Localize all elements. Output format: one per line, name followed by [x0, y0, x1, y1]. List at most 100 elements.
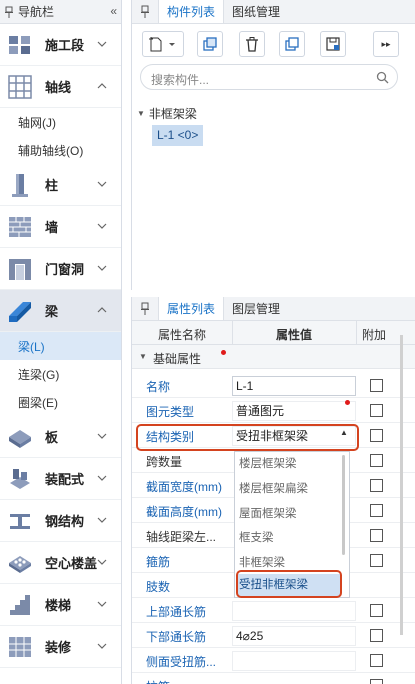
- extra-checkbox[interactable]: [370, 679, 383, 684]
- required-dot: [221, 350, 226, 355]
- extra-checkbox[interactable]: [370, 529, 383, 542]
- nav-category-slab[interactable]: 板: [0, 416, 121, 458]
- nav-subitem-beam[interactable]: 梁(L): [0, 332, 121, 360]
- search-component-input[interactable]: 搜索构件...: [140, 64, 398, 90]
- dropdown-scrollbar[interactable]: [342, 455, 345, 555]
- property-name: 名称: [146, 380, 171, 394]
- extra-checkbox[interactable]: [370, 654, 383, 667]
- hollow-floor-icon: [9, 555, 31, 573]
- column-icon: [12, 173, 28, 197]
- extra-checkbox[interactable]: [370, 504, 383, 517]
- property-list-panel: 属性列表 图层管理 属性名称 属性值 附加 ▼ 基础属性 名称 L-1 图元类型…: [131, 297, 415, 684]
- component-tabbar: 构件列表 图纸管理: [132, 0, 415, 24]
- beam-icon: [9, 301, 31, 322]
- property-value-cell[interactable]: 4⌀25: [232, 626, 356, 646]
- pin-icon[interactable]: [140, 5, 150, 18]
- chevron-down-icon[interactable]: [97, 557, 107, 567]
- nav-header: 导航栏 «: [0, 0, 121, 24]
- tab-component-list[interactable]: 构件列表: [158, 0, 225, 23]
- chevron-down-icon[interactable]: [97, 39, 107, 49]
- dropdown-option[interactable]: 楼层框架梁: [238, 453, 340, 475]
- construction-stage-icon: [9, 35, 30, 54]
- nav-category-beam[interactable]: 梁: [0, 290, 121, 332]
- highlight-outline-selected-option: [236, 570, 342, 598]
- search-icon[interactable]: [376, 71, 389, 84]
- nav-category-axis[interactable]: 轴线: [0, 66, 121, 108]
- nav-category-label: 墙: [45, 220, 59, 235]
- group-label: 基础属性: [153, 352, 202, 366]
- tree-node-non-frame-beam[interactable]: ▼ 非框架梁: [137, 105, 197, 122]
- property-name: 上部通长筋: [146, 605, 207, 619]
- property-name: 轴线距梁左...: [146, 530, 217, 544]
- dropdown-option[interactable]: 框支梁: [238, 527, 340, 549]
- chevron-down-icon[interactable]: [97, 641, 107, 651]
- extra-checkbox[interactable]: [370, 429, 383, 442]
- chevron-down-icon[interactable]: [97, 515, 107, 525]
- nav-category-door-window[interactable]: 门窗洞: [0, 248, 121, 290]
- extra-checkbox[interactable]: [370, 454, 383, 467]
- extra-checkbox[interactable]: [370, 404, 383, 417]
- nav-subitem-aux-axis[interactable]: 辅助轴线(O): [0, 136, 121, 164]
- property-value-cell[interactable]: [232, 601, 356, 621]
- nav-category-decoration[interactable]: 装修: [0, 626, 121, 668]
- pin-icon[interactable]: [140, 302, 150, 315]
- chevron-down-icon[interactable]: [97, 599, 107, 609]
- nav-category-steel[interactable]: 钢结构: [0, 500, 121, 542]
- property-value-cell[interactable]: 普通图元: [232, 401, 356, 421]
- search-placeholder: 搜索构件...: [151, 73, 210, 87]
- tree-leaf-l1[interactable]: L-1 <0>: [152, 125, 204, 146]
- extra-checkbox[interactable]: [370, 629, 383, 642]
- tree-node-label: 非框架梁: [148, 107, 197, 121]
- chevron-down-icon[interactable]: [97, 431, 107, 441]
- property-value-input[interactable]: L-1: [232, 376, 356, 396]
- copy-component-button[interactable]: [197, 31, 223, 57]
- chevron-down-icon[interactable]: [97, 473, 107, 483]
- chevron-up-icon[interactable]: [97, 81, 107, 91]
- delete-component-button[interactable]: [239, 31, 265, 57]
- navigation-panel: 导航栏 « 施工段 轴线 轴网(J) 辅助轴线(O) 柱 墙 门窗洞 梁 梁(L…: [0, 0, 122, 684]
- nav-category-stair[interactable]: 楼梯: [0, 584, 121, 626]
- chevron-up-icon[interactable]: [97, 305, 107, 315]
- tab-drawing-management[interactable]: 图纸管理: [224, 0, 288, 23]
- property-value-cell[interactable]: [232, 651, 356, 671]
- property-name: 箍筋: [146, 555, 171, 569]
- tree-expand-icon[interactable]: ▼: [137, 109, 145, 118]
- extra-checkbox[interactable]: [370, 604, 383, 617]
- nav-category-label: 楼梯: [45, 598, 72, 613]
- nav-category-construction-stage[interactable]: 施工段: [0, 24, 121, 66]
- nav-category-column[interactable]: 柱: [0, 164, 121, 206]
- property-value: 4⌀25: [236, 629, 264, 643]
- more-tools-button[interactable]: ▸▸: [373, 31, 399, 57]
- extra-checkbox[interactable]: [370, 554, 383, 567]
- layer-copy-button[interactable]: [279, 31, 305, 57]
- new-file-icon: [149, 37, 175, 52]
- pin-icon[interactable]: [4, 6, 14, 18]
- extra-checkbox[interactable]: [370, 479, 383, 492]
- vertical-scrollbar[interactable]: [400, 335, 403, 635]
- nav-subitem-link-beam[interactable]: 连梁(G): [0, 360, 121, 388]
- group-collapse-icon[interactable]: ▼: [139, 352, 147, 361]
- nav-category-hollow-floor[interactable]: 空心楼盖: [0, 542, 121, 584]
- nav-category-wall[interactable]: 墙: [0, 206, 121, 248]
- tab-property-list[interactable]: 属性列表: [158, 297, 225, 320]
- nav-title: 导航栏: [18, 5, 55, 19]
- dropdown-option[interactable]: 楼层框架扁梁: [238, 478, 340, 500]
- property-name: 下部通长筋: [146, 630, 207, 644]
- nav-category-prefab[interactable]: 装配式: [0, 458, 121, 500]
- chevron-down-icon[interactable]: [97, 179, 107, 189]
- collapse-icon[interactable]: «: [110, 4, 117, 18]
- new-component-button[interactable]: [142, 31, 184, 57]
- tab-layer-management[interactable]: 图层管理: [224, 297, 288, 320]
- dropdown-option[interactable]: 屋面框架梁: [238, 503, 340, 525]
- nav-subitem-ring-beam[interactable]: 圈梁(E): [0, 388, 121, 416]
- decoration-icon: [9, 636, 31, 657]
- nav-category-label: 装配式: [45, 472, 85, 487]
- property-group-basic[interactable]: ▼ 基础属性: [132, 345, 415, 369]
- nav-subitem-grid[interactable]: 轴网(J): [0, 108, 121, 136]
- save-template-button[interactable]: [320, 31, 346, 57]
- chevron-down-icon[interactable]: [97, 221, 107, 231]
- property-name: 侧面受扭筋...: [146, 655, 217, 669]
- chevron-down-icon[interactable]: [97, 263, 107, 273]
- property-name: 拉筋: [146, 678, 170, 684]
- extra-checkbox[interactable]: [370, 379, 383, 392]
